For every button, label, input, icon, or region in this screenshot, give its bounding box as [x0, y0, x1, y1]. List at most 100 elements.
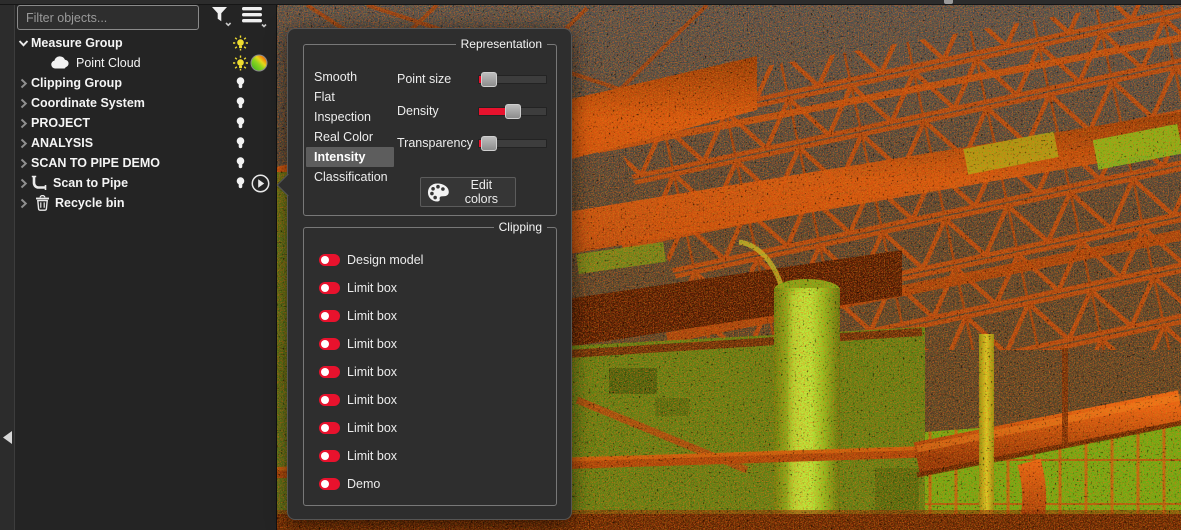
clipping-row: Design model — [304, 250, 556, 270]
tree-item-project[interactable]: PROJECT — [15, 113, 277, 133]
clipping-row: Demo — [304, 474, 556, 494]
toggle-knob — [321, 396, 329, 404]
clipping-item-label: Limit box — [347, 362, 397, 382]
mode-real-color[interactable]: Real Color — [306, 127, 394, 147]
density-row: Density — [397, 101, 555, 121]
chevron-right-icon[interactable] — [18, 98, 29, 109]
toggle-knob — [321, 340, 329, 348]
visibility-bulb-icon[interactable] — [232, 175, 249, 192]
clipping-toggle[interactable] — [319, 310, 340, 322]
chevron-right-icon[interactable] — [18, 178, 29, 189]
tree-item-analysis[interactable]: ANALYSIS — [15, 133, 277, 153]
tree-item-label: Scan to Pipe — [53, 173, 128, 193]
collapse-sidebar-icon[interactable] — [3, 431, 12, 444]
visibility-bulb-on-icon[interactable] — [232, 55, 249, 72]
toggle-knob — [321, 284, 329, 292]
top-toolbar-edge — [0, 0, 1181, 5]
clipping-toggle[interactable] — [319, 478, 340, 490]
visibility-bulb-on-icon[interactable] — [232, 35, 249, 52]
toggle-knob — [321, 312, 329, 320]
visibility-bulb-icon[interactable] — [232, 95, 249, 112]
clipping-toggle[interactable] — [319, 422, 340, 434]
properties-panel: Representation Smooth Flat Inspection Re… — [287, 28, 572, 520]
object-tree: Measure Group Point Cloud — [15, 0, 277, 530]
clipping-item-label: Limit box — [347, 306, 397, 326]
transparency-label: Transparency — [397, 133, 473, 153]
mode-intensity[interactable]: Intensity — [306, 147, 394, 167]
object-tree-sidebar: Measure Group Point Cloud — [15, 0, 277, 530]
density-label: Density — [397, 101, 439, 121]
tree-item-measure-group[interactable]: Measure Group — [15, 33, 277, 53]
clipping-item-label: Demo — [347, 474, 380, 494]
tree-item-label: Clipping Group — [31, 73, 122, 93]
clipping-item-label: Limit box — [347, 390, 397, 410]
run-play-icon[interactable] — [251, 174, 270, 193]
clipping-row: Limit box — [304, 306, 556, 326]
representation-group: Representation Smooth Flat Inspection Re… — [303, 44, 557, 216]
mode-flat[interactable]: Flat — [306, 87, 394, 107]
intensity-colormap-ball[interactable] — [250, 54, 268, 72]
chevron-right-icon[interactable] — [18, 158, 29, 169]
tree-item-scan-to-pipe[interactable]: Scan to Pipe — [15, 173, 277, 193]
clipping-toggle[interactable] — [319, 450, 340, 462]
clipping-row: Limit box — [304, 362, 556, 382]
visibility-bulb-icon[interactable] — [232, 135, 249, 152]
toggle-knob — [321, 452, 329, 460]
clipping-item-label: Limit box — [347, 446, 397, 466]
chevron-right-icon[interactable] — [18, 118, 29, 129]
chevron-right-icon[interactable] — [18, 78, 29, 89]
density-slider[interactable] — [478, 107, 547, 116]
clipping-toggle[interactable] — [319, 254, 340, 266]
visibility-bulb-icon[interactable] — [232, 155, 249, 172]
chevron-right-icon[interactable] — [18, 138, 29, 149]
tree-item-point-cloud[interactable]: Point Cloud — [15, 53, 277, 73]
tree-item-scan-to-pipe-demo[interactable]: SCAN TO PIPE DEMO — [15, 153, 277, 173]
tree-item-label: SCAN TO PIPE DEMO — [31, 153, 160, 173]
representation-group-title: Representation — [456, 37, 547, 52]
clipping-toggle[interactable] — [319, 366, 340, 378]
clipping-row: Limit box — [304, 278, 556, 298]
toolbar-icon-fragment — [944, 0, 953, 4]
tree-item-label: Point Cloud — [76, 53, 141, 73]
slider-thumb[interactable] — [481, 136, 497, 151]
chevron-right-icon[interactable] — [18, 198, 29, 209]
tree-item-clipping-group[interactable]: Clipping Group — [15, 73, 277, 93]
clipping-toggle[interactable] — [319, 282, 340, 294]
point-size-label: Point size — [397, 69, 451, 89]
tree-item-label: Coordinate System — [31, 93, 145, 113]
tree-item-coordinate-system[interactable]: Coordinate System — [15, 93, 277, 113]
transparency-row: Transparency — [397, 133, 555, 153]
clipping-row: Limit box — [304, 390, 556, 410]
sidebar-collapse-rail[interactable] — [0, 0, 15, 530]
tree-item-label: Recycle bin — [55, 193, 124, 213]
clipping-toggle[interactable] — [319, 338, 340, 350]
mode-inspection[interactable]: Inspection — [306, 107, 394, 127]
toggle-knob — [321, 424, 329, 432]
mode-smooth[interactable]: Smooth — [306, 67, 394, 87]
clipping-item-label: Limit box — [347, 278, 397, 298]
tree-item-label: PROJECT — [31, 113, 90, 133]
clipping-row: Limit box — [304, 446, 556, 466]
clipping-item-label: Limit box — [347, 334, 397, 354]
tree-item-label: ANALYSIS — [31, 133, 93, 153]
tree-item-recycle-bin[interactable]: Recycle bin — [15, 193, 277, 213]
point-size-row: Point size — [397, 69, 555, 89]
visibility-bulb-icon[interactable] — [232, 75, 249, 92]
edit-colors-button[interactable]: Edit colors — [420, 177, 516, 207]
clipping-group: Clipping Design model Limit box Limit bo… — [303, 227, 557, 506]
slider-thumb[interactable] — [505, 104, 521, 119]
pipe-elbow-icon — [31, 175, 49, 191]
clipping-toggle[interactable] — [319, 394, 340, 406]
mode-classification[interactable]: Classification — [306, 167, 394, 187]
palette-icon — [427, 182, 450, 203]
trash-icon — [35, 195, 50, 211]
visibility-bulb-icon[interactable] — [232, 115, 249, 132]
chevron-down-icon[interactable] — [18, 38, 29, 49]
toggle-knob — [321, 480, 329, 488]
point-size-slider[interactable] — [478, 75, 547, 84]
clipping-row: Limit box — [304, 334, 556, 354]
transparency-slider[interactable] — [478, 139, 547, 148]
slider-thumb[interactable] — [481, 72, 497, 87]
toggle-knob — [321, 256, 329, 264]
toggle-knob — [321, 368, 329, 376]
